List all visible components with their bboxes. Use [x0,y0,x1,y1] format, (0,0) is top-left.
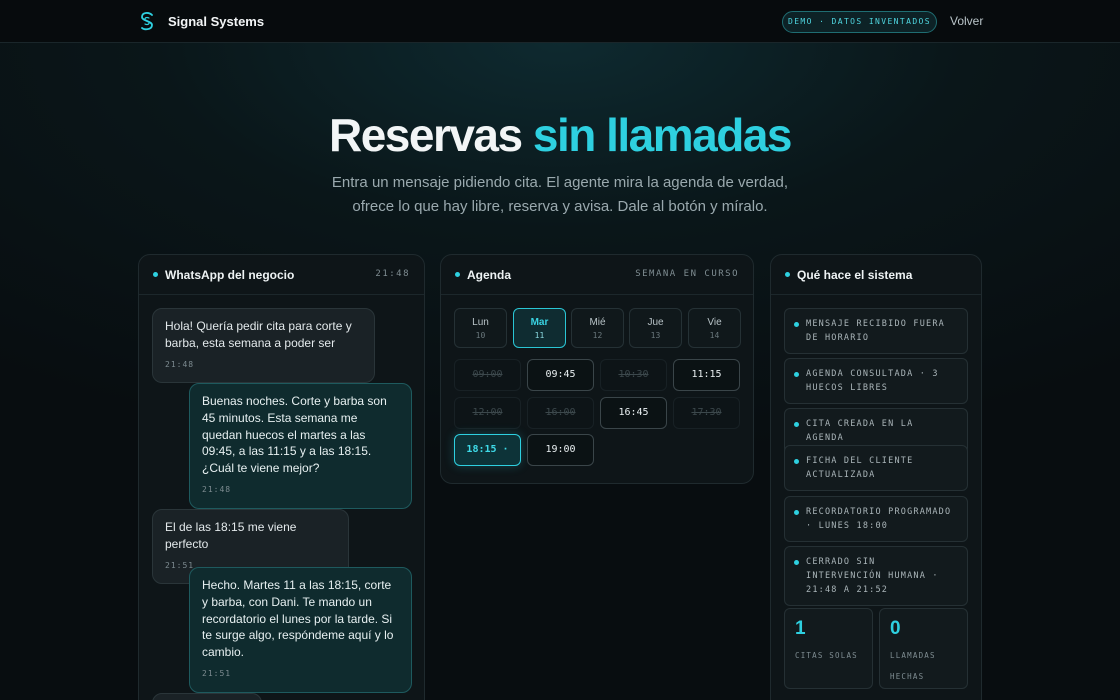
day-name: Mié [589,317,606,328]
top-bar: Signal Systems DEMO · DATOS INVENTADOS V… [0,0,1120,43]
stat-label: LLAMADAS HECHAS [890,651,936,681]
hero-subtitle-line-2: ofrece lo que hay libre, reserva y avisa… [352,198,768,215]
agenda-panel-header: Agenda SEMANA EN CURSO [441,255,753,295]
day-tab-lun[interactable]: Lun 10 [454,308,507,348]
day-number: 10 [475,331,486,340]
hero-title: Reservas sin llamadas [0,108,1120,162]
hero-subtitle-line-1: Entra un mensaje pidiendo cita. El agent… [331,174,789,191]
time-slot-taken: 12:00 [454,397,521,429]
chat-message-partial [152,693,262,700]
step-dot-icon [794,422,799,427]
system-panel-title: Qué hace el sistema [797,268,913,282]
system-step-text: MENSAJE RECIBIDO FUERA DE HORARIO [806,319,945,343]
system-step-text: RECORDATORIO PROGRAMADO · LUNES 18:00 [806,507,952,531]
day-number: 13 [650,331,661,340]
status-dot-icon [455,272,460,277]
hero-title-accent: sin llamadas [532,109,793,161]
day-name: Mar [530,317,549,328]
whatsapp-panel-header: WhatsApp del negocio 21:48 [139,255,424,295]
status-dot-icon [785,272,790,277]
chat-message-text: El de las 18:15 me viene perfecto [165,520,297,551]
stat-llamadas-hechas: 0 LLAMADAS HECHAS [879,608,968,689]
system-step: RECORDATORIO PROGRAMADO · LUNES 18:00 [784,496,968,542]
day-tab-jue[interactable]: Jue 13 [629,308,682,348]
system-step-text: CITA CREADA EN LA AGENDA [806,419,914,443]
day-name: Jue [647,317,664,328]
day-name: Vie [707,317,722,328]
agenda-panel-title: Agenda [467,268,512,282]
system-step: FICHA DEL CLIENTE ACTUALIZADA [784,445,968,491]
day-number: 12 [592,331,603,340]
signal-logo-icon [141,12,153,31]
agenda-range: SEMANA EN CURSO [635,269,739,279]
step-dot-icon [794,322,799,327]
demo-badge: DEMO · DATOS INVENTADOS [782,11,937,33]
system-step: MENSAJE RECIBIDO FUERA DE HORARIO [784,308,968,354]
whatsapp-panel-title: WhatsApp del negocio [165,268,295,282]
chat-message-time: 21:48 [202,484,232,494]
time-slot-taken: 09:00 [454,359,521,391]
system-step: CERRADO SIN INTERVENCIÓN HUMANA · 21:48 … [784,546,968,606]
chat-message-incoming: Hola! Quería pedir cita para corte y bar… [152,308,375,384]
day-number: 11 [534,331,545,340]
whatsapp-panel: WhatsApp del negocio 21:48 Hola! Quería … [138,254,425,700]
chat-message-text: Hola! Quería pedir cita para corte y bar… [165,319,352,350]
stat-value: 1 [795,618,806,639]
step-dot-icon [794,560,799,565]
whatsapp-clock: 21:48 [375,269,410,279]
step-dot-icon [794,510,799,515]
stat-label: CITAS SOLAS [795,651,858,660]
chat-message-text: Buenas noches. Corte y barba son 45 minu… [202,394,387,476]
day-tab-mar[interactable]: Mar 11 [513,308,566,348]
system-panel: Qué hace el sistema MENSAJE RECIBIDO FUE… [770,254,982,700]
system-step-text: AGENDA CONSULTADA · 3 HUECOS LIBRES [806,369,939,393]
day-name: Lun [472,317,489,328]
back-link[interactable]: Volver [950,14,983,28]
time-slot-free[interactable]: 16:45 [600,397,667,429]
day-number: 14 [709,331,720,340]
chat-message-outgoing: Buenas noches. Corte y barba son 45 minu… [189,383,412,509]
chat-message-time: 21:51 [202,668,232,678]
status-dot-icon [153,272,158,277]
day-tab-mie[interactable]: Mié 12 [571,308,624,348]
time-slot-selected[interactable]: 18:15 · [454,434,521,466]
time-slot-free[interactable]: 19:00 [527,434,594,466]
chat-message-time: 21:48 [165,359,195,369]
time-slot-taken: 10:30 [600,359,667,391]
step-dot-icon [794,459,799,464]
system-step: AGENDA CONSULTADA · 3 HUECOS LIBRES [784,358,968,404]
brand-name: Signal Systems [168,14,265,29]
stat-value: 0 [890,618,901,639]
chat-message-outgoing: Hecho. Martes 11 a las 18:15, corte y ba… [189,567,412,693]
day-tab-vie[interactable]: Vie 14 [688,308,741,348]
stat-citas-solas: 1 CITAS SOLAS [784,608,873,689]
hero-subtitle: Entra un mensaje pidiendo cita. El agent… [0,171,1120,219]
time-slot-taken: 17:30 [673,397,740,429]
time-slot-free[interactable]: 09:45 [527,359,594,391]
time-slot-free[interactable]: 11:15 [673,359,740,391]
time-slot-taken: 16:00 [527,397,594,429]
chat-message-text: Hecho. Martes 11 a las 18:15, corte y ba… [202,578,394,660]
system-panel-header: Qué hace el sistema [771,255,981,295]
system-step-text: FICHA DEL CLIENTE ACTUALIZADA [806,456,914,480]
step-dot-icon [794,372,799,377]
hero-title-main: Reservas [328,109,523,161]
agenda-panel: Agenda SEMANA EN CURSO Lun 10 Mar 11 Mié… [440,254,754,484]
system-step-text: CERRADO SIN INTERVENCIÓN HUMANA · 21:48 … [806,557,939,595]
